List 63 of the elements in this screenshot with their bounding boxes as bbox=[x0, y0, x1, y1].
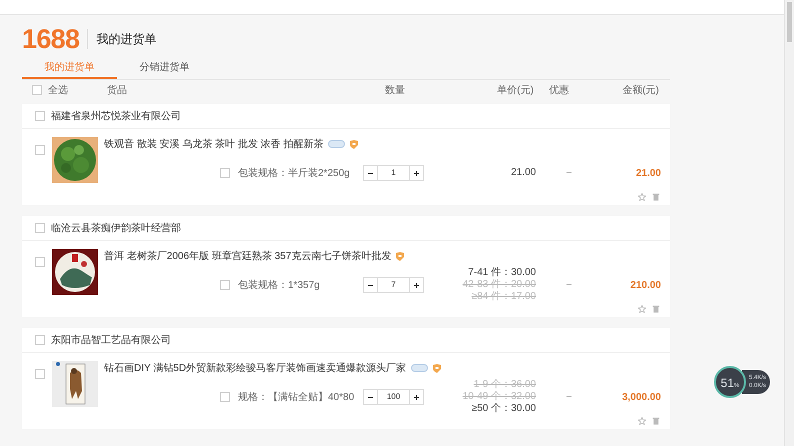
plus-icon bbox=[414, 282, 419, 288]
checkbox[interactable] bbox=[35, 145, 45, 155]
product-title[interactable]: 铁观音 散装 安溪 乌龙茶 茶叶 批发 浓香 拍醒新茶 bbox=[104, 136, 324, 152]
discount-value: – bbox=[565, 166, 572, 180]
spec-label: 包装规格：1*357g bbox=[238, 278, 320, 292]
quantity-stepper[interactable]: 100 bbox=[363, 389, 424, 405]
plus-icon bbox=[414, 394, 419, 400]
shop-name[interactable]: 东阳市品智工艺品有限公司 bbox=[51, 332, 171, 348]
price-label: 21.00 bbox=[510, 167, 536, 179]
minus-icon bbox=[368, 396, 373, 398]
amount-value: 3,000.00 bbox=[621, 390, 662, 404]
product-title[interactable]: 普洱 老树茶厂2006年版 班章宫廷熟茶 357克云南七子饼茶叶批发 bbox=[104, 248, 392, 264]
price-label: 7-41 件：30.00 bbox=[468, 267, 536, 279]
price-label: 1-9 个：36.00 bbox=[474, 379, 536, 391]
amount-value: 210.00 bbox=[629, 278, 662, 292]
checkbox[interactable] bbox=[35, 111, 45, 121]
discount-value: – bbox=[565, 390, 572, 404]
star-icon[interactable] bbox=[638, 305, 646, 313]
checkbox[interactable] bbox=[35, 223, 45, 233]
column-header: 单价(元) bbox=[497, 84, 535, 98]
checkbox[interactable] bbox=[220, 168, 230, 178]
tab[interactable]: 分销进货单 bbox=[117, 60, 212, 79]
minus-icon bbox=[368, 172, 373, 174]
price-label: ≥50 个：30.00 bbox=[472, 403, 536, 415]
trash-icon[interactable] bbox=[652, 305, 660, 313]
spec-label: 包装规格：半斤装2*250g bbox=[238, 166, 350, 180]
amount-value: 21.00 bbox=[634, 166, 662, 180]
column-header[interactable]: 全选 bbox=[48, 82, 107, 98]
discount-value: – bbox=[565, 278, 572, 292]
product-title[interactable]: 钻石画DIY 满钻5D外贸新款彩绘骏马客厅装饰画速卖通爆款源头厂家 bbox=[104, 360, 406, 376]
shield-icon bbox=[396, 252, 404, 260]
quantity-stepper[interactable]: 1 bbox=[363, 165, 424, 181]
scrollbar[interactable] bbox=[784, 0, 794, 446]
column-header: 数量 bbox=[385, 84, 406, 98]
shield-icon bbox=[350, 140, 358, 148]
plus-icon bbox=[414, 170, 419, 176]
star-icon[interactable] bbox=[638, 417, 646, 425]
checkbox[interactable] bbox=[32, 85, 42, 95]
quantity-value[interactable]: 1 bbox=[378, 167, 409, 179]
star-icon[interactable] bbox=[638, 193, 646, 201]
checkbox[interactable] bbox=[220, 392, 230, 402]
quantity-value[interactable]: 7 bbox=[378, 279, 409, 291]
column-header: 优惠 bbox=[549, 84, 569, 98]
percent-value: 51 bbox=[720, 375, 734, 392]
minus-icon bbox=[368, 284, 373, 286]
column-header: 货品 bbox=[107, 84, 128, 98]
shield-icon bbox=[433, 364, 442, 372]
price-label: ≥84 件：17.00 bbox=[472, 291, 536, 303]
trash-icon[interactable] bbox=[652, 417, 660, 425]
checkbox[interactable] bbox=[35, 257, 45, 267]
quantity-value[interactable]: 100 bbox=[378, 391, 409, 403]
price-label: 10-49 个：32.00 bbox=[462, 391, 536, 403]
checkbox[interactable] bbox=[35, 335, 45, 345]
quantity-stepper[interactable]: 7 bbox=[363, 277, 424, 293]
trash-icon[interactable] bbox=[652, 193, 660, 201]
column-header: 金额(元) bbox=[622, 84, 660, 98]
checkbox[interactable] bbox=[35, 369, 45, 379]
spec-label: 规格：【满钻全贴】40*80 bbox=[238, 390, 354, 404]
price-label: 42-83 件：20.00 bbox=[462, 279, 536, 291]
shop-name[interactable]: 临沧云县茶痴伊韵茶叶经营部 bbox=[51, 220, 181, 236]
checkbox[interactable] bbox=[220, 280, 230, 290]
shop-name[interactable]: 福建省泉州芯悦茶业有限公司 bbox=[51, 108, 181, 124]
page-title: 我的进货单 bbox=[96, 31, 156, 48]
